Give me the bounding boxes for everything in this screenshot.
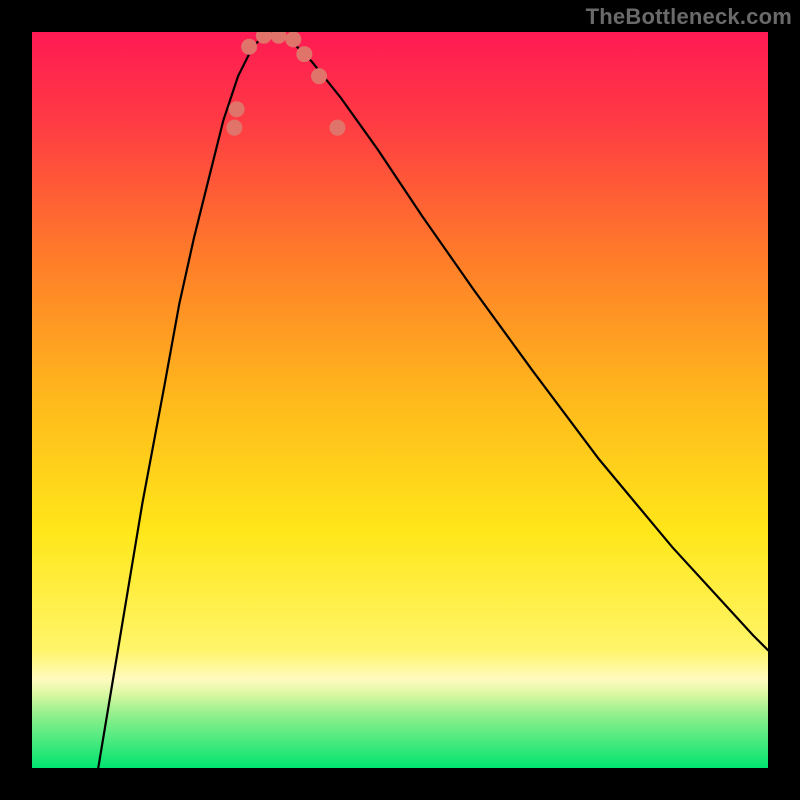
gradient-background (32, 32, 768, 768)
chart-svg (32, 32, 768, 768)
marker-point-6 (296, 46, 312, 62)
marker-point-2 (241, 39, 257, 55)
marker-point-0 (226, 120, 242, 136)
watermark-text: TheBottleneck.com (586, 4, 792, 30)
marker-point-7 (311, 68, 327, 84)
marker-point-5 (285, 32, 301, 47)
marker-point-8 (329, 120, 345, 136)
marker-point-1 (229, 101, 245, 117)
chart-frame (32, 32, 768, 768)
